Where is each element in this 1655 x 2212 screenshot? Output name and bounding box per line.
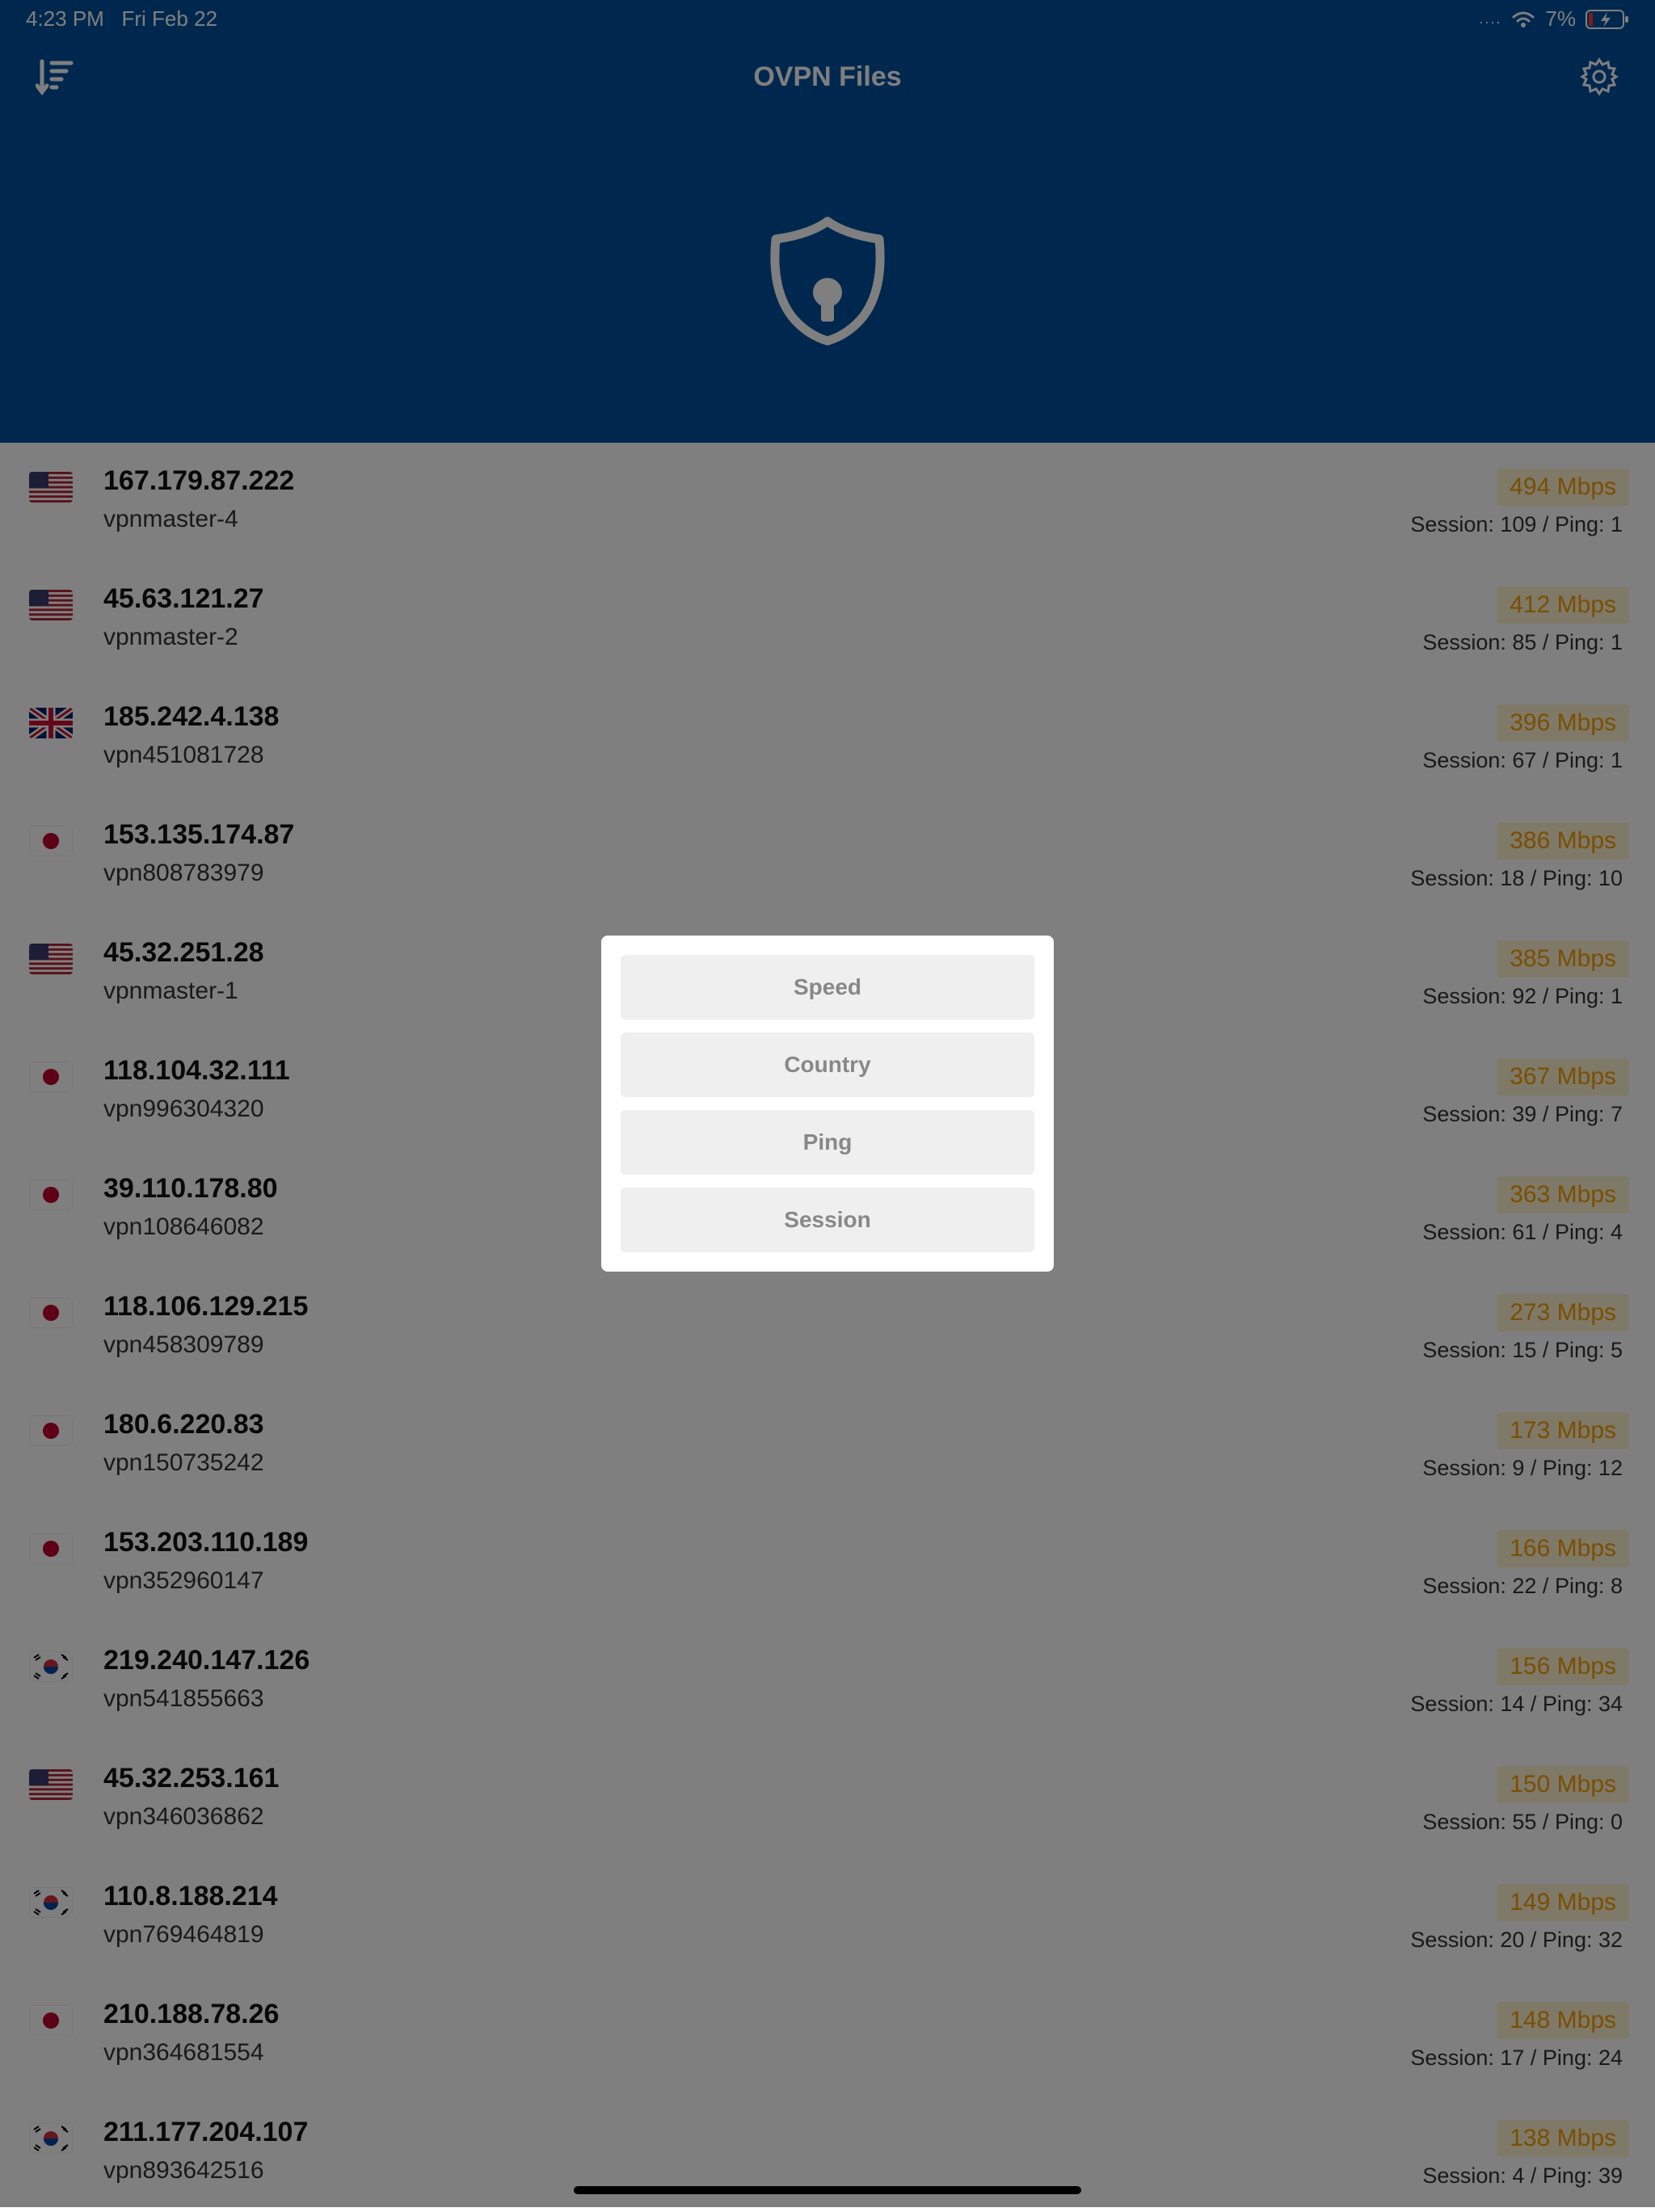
sort-option-speed-button[interactable]: Speed: [621, 955, 1034, 1020]
sort-option-ping-button[interactable]: Ping: [621, 1110, 1034, 1175]
sort-option-session-button[interactable]: Session: [621, 1188, 1034, 1252]
sort-options-sheet: Speed Country Ping Session: [601, 936, 1054, 1272]
home-indicator: [574, 2186, 1081, 2194]
sort-option-country-button[interactable]: Country: [621, 1032, 1034, 1097]
